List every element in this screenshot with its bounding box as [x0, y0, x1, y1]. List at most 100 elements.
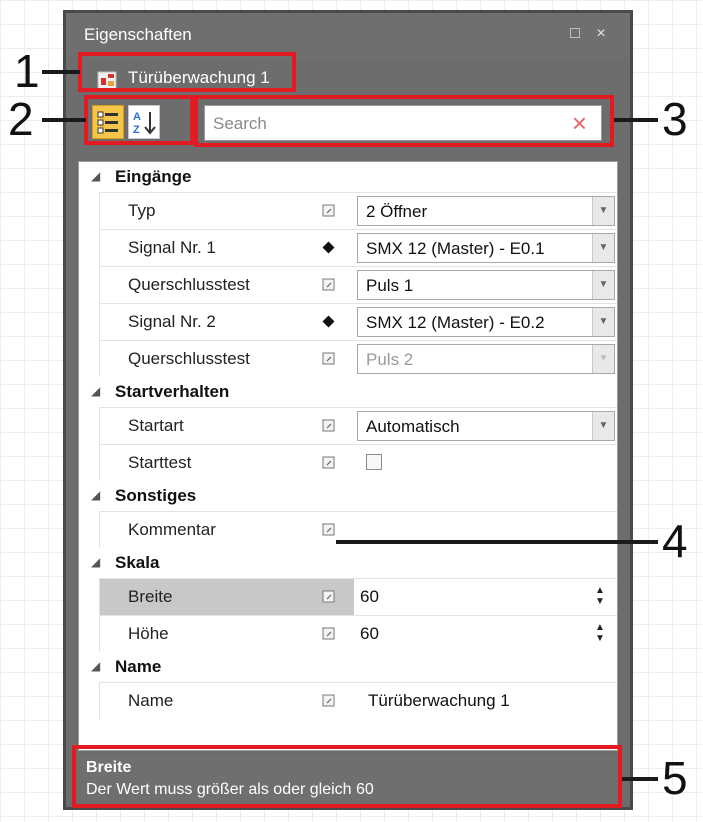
callout-box-2 [84, 95, 194, 145]
category-startverhalten[interactable]: ◢ Startverhalten [79, 377, 617, 407]
category-skala[interactable]: ◢ Skala [79, 548, 617, 578]
property-name: Signal Nr. 2 [128, 312, 216, 331]
property-name-cell[interactable]: Name [99, 682, 354, 719]
property-name: Höhe [128, 624, 169, 643]
value-combobox[interactable]: Puls 1 ▼ [357, 270, 615, 300]
property-name-cell[interactable]: Signal Nr. 2 [99, 303, 354, 340]
combobox-value: Puls 1 [366, 276, 414, 295]
property-row: Startart Automatisch ▼ [79, 407, 617, 444]
combobox-value: SMX 12 (Master) - E0.1 [366, 239, 545, 258]
callout-line-5 [622, 777, 658, 781]
property-name-cell[interactable]: Querschlusstest [99, 266, 354, 303]
category-label: Startverhalten [115, 382, 230, 401]
property-value: 60 [360, 587, 379, 606]
callout-number-5: 5 [662, 752, 688, 804]
category-eingaenge[interactable]: ◢ Eingänge [79, 162, 617, 192]
property-name-cell[interactable]: Signal Nr. 1 [99, 229, 354, 266]
property-name-cell[interactable]: Startart [99, 407, 354, 444]
collapse-icon[interactable]: ◢ [91, 384, 100, 398]
category-label: Skala [115, 553, 160, 572]
chevron-down-icon[interactable]: ▼ [592, 234, 614, 262]
value-combobox[interactable]: SMX 12 (Master) - E0.1 ▼ [357, 233, 615, 263]
property-name: Starttest [128, 453, 192, 472]
property-name: Breite [128, 587, 173, 606]
callout-number-4: 4 [662, 515, 688, 567]
callout-line-2 [42, 118, 86, 122]
property-name-cell[interactable]: Querschlusstest [99, 340, 354, 377]
link-icon [322, 694, 335, 707]
chevron-down-icon[interactable]: ▼ [592, 412, 614, 440]
property-row: Signal Nr. 1 SMX 12 (Master) - E0.1 ▼ [79, 229, 617, 266]
spin-arrows-icon[interactable]: ▲ ▼ [595, 622, 607, 644]
property-name-cell[interactable]: Breite [99, 578, 354, 615]
link-icon [322, 456, 335, 469]
link-icon [322, 523, 335, 536]
property-name: Typ [128, 201, 156, 220]
hoehe-spinner[interactable]: 60 ▲ ▼ [354, 615, 617, 652]
combobox-value: SMX 12 (Master) - E0.2 [366, 313, 545, 332]
property-value-cell: SMX 12 (Master) - E0.2 ▼ [354, 303, 617, 340]
property-value: 60 [360, 624, 379, 643]
chevron-down-icon[interactable]: ▼ [592, 308, 614, 336]
category-label: Eingänge [115, 167, 192, 186]
close-icon[interactable]: × [592, 25, 610, 43]
breite-spinner[interactable]: 60 ▲ ▼ [354, 578, 617, 615]
property-name: Name [128, 691, 174, 710]
property-row: Höhe 60 ▲ ▼ [79, 615, 617, 652]
category-name[interactable]: ◢ Name [79, 652, 617, 682]
category-label: Sonstiges [115, 486, 197, 505]
property-row: Name Türüberwachung 1 [79, 682, 617, 719]
property-row-selected: Breite 60 ▲ ▼ [79, 578, 617, 615]
callout-box-3 [194, 95, 614, 147]
property-row: Querschlusstest Puls 1 ▼ [79, 266, 617, 303]
property-value-cell: Puls 1 ▼ [354, 266, 617, 303]
callout-box-5 [72, 745, 622, 808]
combobox-value: Puls 2 [366, 350, 414, 369]
property-name-cell[interactable]: Typ [99, 192, 354, 229]
value-combobox[interactable]: SMX 12 (Master) - E0.2 ▼ [357, 307, 615, 337]
starttest-checkbox[interactable] [366, 454, 382, 470]
name-field[interactable]: Türüberwachung 1 [354, 682, 617, 719]
link-icon [322, 627, 335, 640]
spin-arrows-icon[interactable]: ▲ ▼ [595, 585, 607, 607]
callout-number-2: 2 [8, 93, 34, 145]
link-icon [322, 278, 335, 291]
panel-title: Eigenschaften [84, 25, 192, 44]
restore-icon[interactable]: □ [566, 25, 584, 43]
value-combobox[interactable]: 2 Öffner ▼ [357, 196, 615, 226]
chevron-down-icon[interactable]: ▼ [592, 197, 614, 225]
callout-line-4 [336, 540, 658, 544]
value-combobox-disabled: Puls 2 ▼ [357, 344, 615, 374]
value-combobox[interactable]: Automatisch ▼ [357, 411, 615, 441]
property-name: Querschlusstest [128, 275, 250, 294]
collapse-icon[interactable]: ◢ [91, 169, 100, 183]
property-value-cell [354, 444, 617, 481]
property-value-cell: Automatisch ▼ [354, 407, 617, 444]
property-name: Querschlusstest [128, 349, 250, 368]
callout-number-3: 3 [662, 93, 688, 145]
link-icon [322, 352, 335, 365]
link-icon [322, 204, 335, 217]
property-name-cell[interactable]: Kommentar [99, 511, 354, 548]
collapse-icon[interactable]: ◢ [91, 488, 100, 502]
collapse-icon[interactable]: ◢ [91, 555, 100, 569]
property-name-cell[interactable]: Höhe [99, 615, 354, 652]
combobox-value: Automatisch [366, 417, 460, 436]
property-name-cell[interactable]: Starttest [99, 444, 354, 481]
property-name: Kommentar [128, 520, 216, 539]
chevron-down-icon[interactable]: ▼ [592, 271, 614, 299]
link-icon [322, 419, 335, 432]
property-row: Typ 2 Öffner ▼ [79, 192, 617, 229]
category-label: Name [115, 657, 162, 676]
chevron-down-icon: ▼ [592, 345, 614, 373]
diamond-icon [322, 241, 335, 254]
property-name: Signal Nr. 1 [128, 238, 216, 257]
callout-line-3 [614, 118, 658, 122]
category-sonstiges[interactable]: ◢ Sonstiges [79, 481, 617, 511]
link-icon [322, 590, 335, 603]
callout-line-1 [42, 70, 80, 74]
property-row: Querschlusstest Puls 2 ▼ [79, 340, 617, 377]
property-grid: ◢ Eingänge Typ 2 Öffner ▼ Signal Nr. 1 S… [78, 161, 618, 751]
collapse-icon[interactable]: ◢ [91, 659, 100, 673]
property-name: Startart [128, 416, 184, 435]
